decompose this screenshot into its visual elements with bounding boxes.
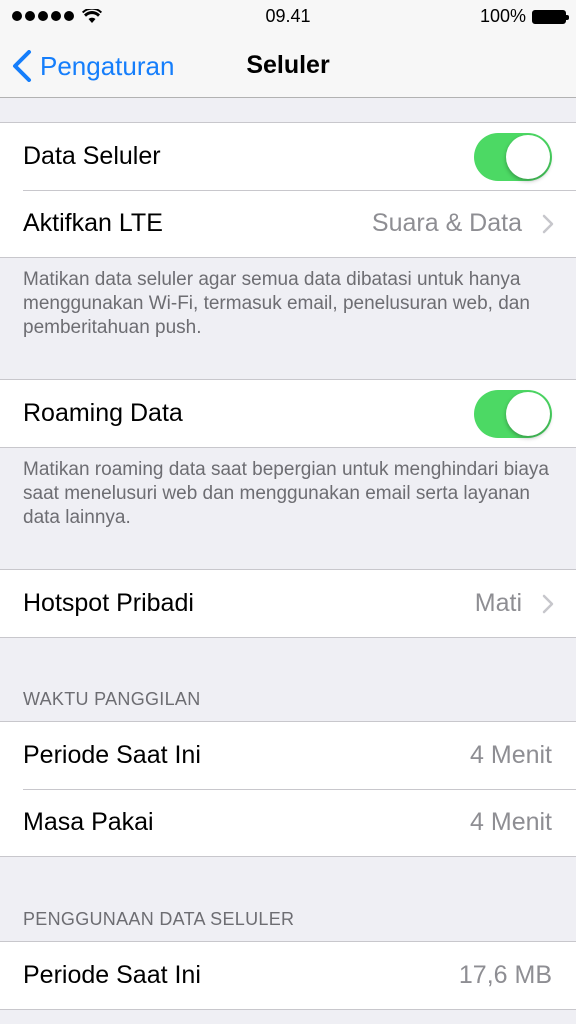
battery-icon	[532, 9, 569, 24]
call-current-value: 4 Menit	[470, 741, 552, 769]
lte-label: Aktifkan LTE	[23, 209, 163, 237]
row-data-current-period: Periode Saat Ini 17,6 MB	[0, 942, 576, 1009]
data-usage-group: Periode Saat Ini 17,6 MB	[0, 941, 576, 1010]
row-roaming-data: Roaming Data	[0, 380, 576, 447]
status-bar: 09.41 100%	[0, 0, 576, 32]
data-usage-header: PENGGUNAAN DATA SELULER	[23, 909, 295, 929]
roaming-toggle[interactable]	[474, 390, 552, 438]
data-seluler-toggle[interactable]	[474, 133, 552, 181]
cellular-data-footer: Matikan data seluler agar semua data dib…	[23, 269, 530, 338]
hotspot-value: Mati	[474, 589, 522, 617]
row-data-seluler: Data Seluler	[0, 123, 576, 190]
toggle-knob	[506, 135, 550, 179]
roaming-footer: Matikan roaming data saat bepergian untu…	[23, 459, 549, 528]
battery-percent: 100%	[479, 6, 526, 26]
row-call-current-period: Periode Saat Ini 4 Menit	[0, 722, 576, 789]
roaming-label: Roaming Data	[23, 399, 183, 427]
call-time-header: WAKTU PANGGILAN	[23, 689, 201, 709]
navigation-bar: Pengaturan Seluler	[0, 32, 576, 98]
call-current-label: Periode Saat Ini	[23, 741, 201, 769]
cellular-data-group: Data Seluler Aktifkan LTE Suara & Data	[0, 122, 576, 258]
data-seluler-label: Data Seluler	[23, 142, 161, 170]
row-hotspot-pribadi[interactable]: Hotspot Pribadi Mati	[0, 570, 576, 637]
roaming-group: Roaming Data	[0, 379, 576, 448]
data-current-value: 17,6 MB	[458, 961, 552, 989]
chevron-right-icon	[542, 594, 554, 614]
row-call-lifetime: Masa Pakai 4 Menit	[0, 789, 576, 856]
chevron-right-icon	[542, 214, 554, 234]
lte-value: Suara & Data	[371, 209, 522, 237]
hotspot-label: Hotspot Pribadi	[23, 589, 194, 617]
call-lifetime-value: 4 Menit	[470, 808, 552, 836]
row-aktifkan-lte[interactable]: Aktifkan LTE Suara & Data	[0, 190, 576, 257]
data-current-label: Periode Saat Ini	[23, 961, 201, 989]
toggle-knob	[506, 392, 550, 436]
page-title: Seluler	[246, 51, 330, 79]
call-lifetime-label: Masa Pakai	[23, 808, 154, 836]
call-time-group: Periode Saat Ini 4 Menit Masa Pakai 4 Me…	[0, 721, 576, 857]
hotspot-group: Hotspot Pribadi Mati	[0, 569, 576, 638]
